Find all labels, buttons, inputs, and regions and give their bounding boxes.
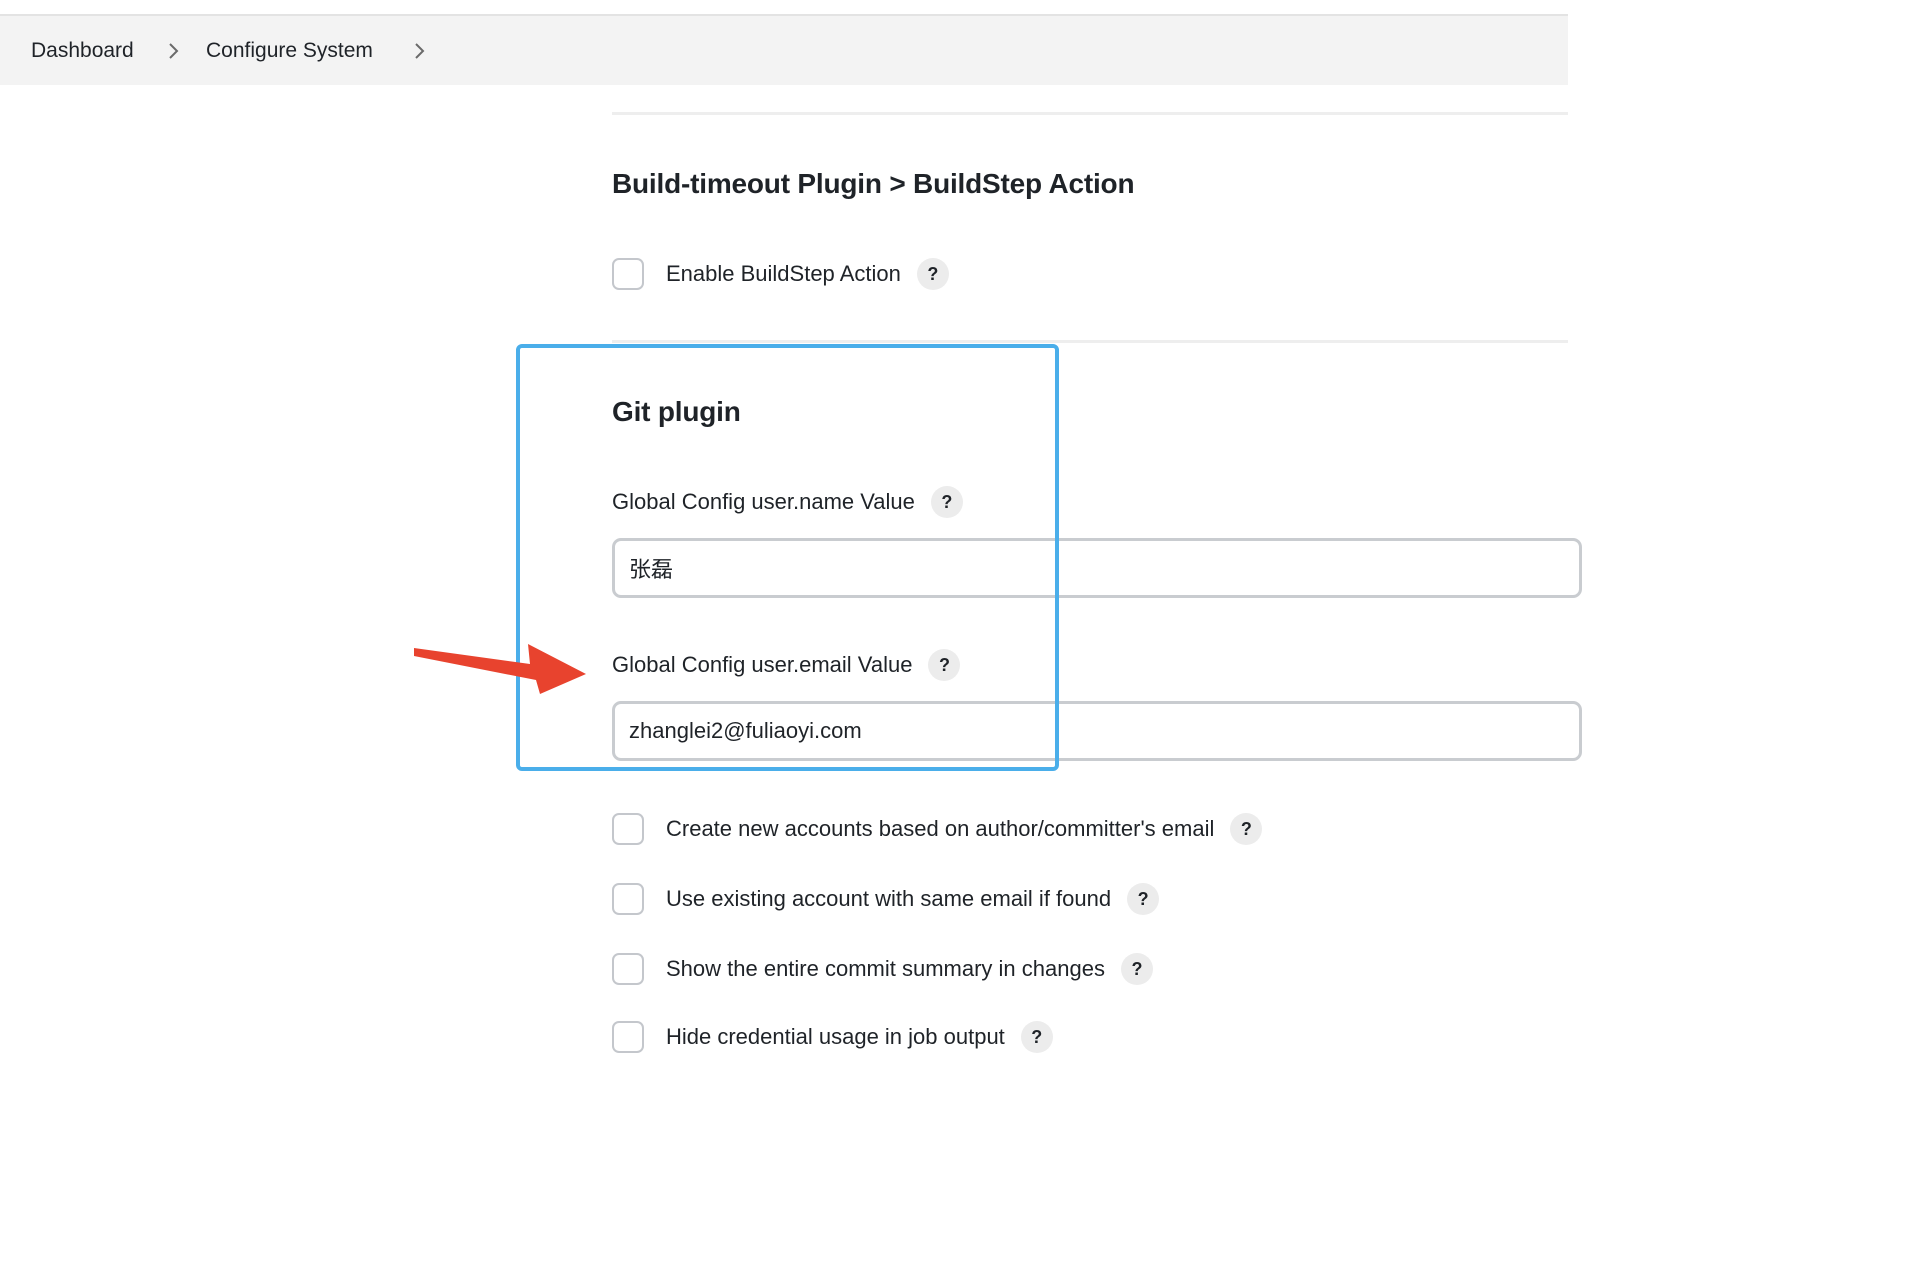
hide-credential-usage-checkbox[interactable] <box>612 1021 644 1053</box>
hide-credential-usage-label[interactable]: Hide credential usage in job output <box>666 1024 1005 1050</box>
help-icon[interactable]: ? <box>1020 1021 1053 1053</box>
red-arrow-icon <box>414 644 586 694</box>
chevron-right-icon[interactable] <box>414 16 426 85</box>
help-icon[interactable]: ? <box>1120 953 1153 985</box>
buildtimeout-section-title: Build-timeout Plugin > BuildStep Action <box>612 168 1135 199</box>
chevron-right-icon <box>168 16 180 85</box>
create-accounts-checkbox[interactable] <box>612 813 644 845</box>
breadcrumb-configure-system[interactable]: Configure System <box>206 16 373 85</box>
help-icon[interactable]: ? <box>1127 883 1160 915</box>
enable-buildstep-label[interactable]: Enable BuildStep Action <box>666 261 901 287</box>
git-option-row: Create new accounts based on author/comm… <box>612 811 1263 847</box>
help-icon[interactable]: ? <box>928 649 961 681</box>
enable-buildstep-row: Enable BuildStep Action ? <box>612 256 949 292</box>
breadcrumb-dashboard[interactable]: Dashboard <box>31 16 134 85</box>
show-commit-summary-label[interactable]: Show the entire commit summary in change… <box>666 956 1105 982</box>
username-label-row: Global Config user.name Value ? <box>612 485 963 519</box>
enable-buildstep-checkbox[interactable] <box>612 258 644 290</box>
breadcrumb: Dashboard Configure System <box>0 16 1568 85</box>
git-option-row: Show the entire commit summary in change… <box>612 951 1153 987</box>
git-option-row: Hide credential usage in job output ? <box>612 1019 1053 1055</box>
help-icon[interactable]: ? <box>916 258 949 290</box>
window-top-edge <box>0 0 1568 16</box>
email-input[interactable] <box>612 701 1582 761</box>
use-existing-account-checkbox[interactable] <box>612 883 644 915</box>
help-icon[interactable]: ? <box>1230 813 1263 845</box>
email-label: Global Config user.email Value <box>612 652 913 677</box>
username-input[interactable] <box>612 538 1582 598</box>
section-divider <box>612 112 1568 115</box>
section-divider <box>612 340 1568 343</box>
use-existing-account-label[interactable]: Use existing account with same email if … <box>666 886 1111 912</box>
show-commit-summary-checkbox[interactable] <box>612 953 644 985</box>
email-label-row: Global Config user.email Value ? <box>612 648 961 682</box>
git-section-title: Git plugin <box>612 396 741 427</box>
git-option-row: Use existing account with same email if … <box>612 881 1160 917</box>
create-accounts-label[interactable]: Create new accounts based on author/comm… <box>666 816 1214 842</box>
username-label: Global Config user.name Value <box>612 489 915 514</box>
help-icon[interactable]: ? <box>930 486 963 518</box>
